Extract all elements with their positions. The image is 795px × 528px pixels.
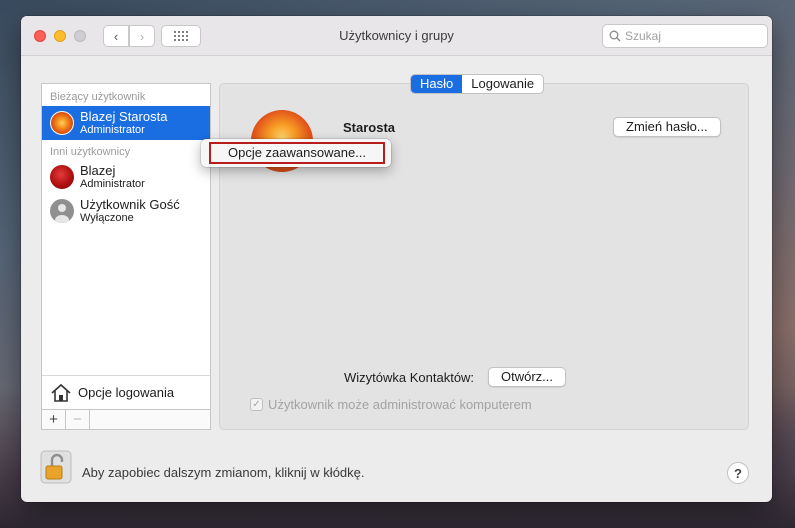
login-options-label: Opcje logowania [78,385,175,400]
user-name: Użytkownik Gość [80,196,180,212]
preferences-window: ‹ › Użytkownicy i grupy Szukaj Bieżący u… [21,16,772,502]
add-user-button[interactable]: + [42,410,66,429]
sidebar-item-guest-user[interactable]: Użytkownik Gość Wyłączone [42,194,210,228]
contact-card-label: Wizytówka Kontaktów: [344,370,475,385]
title-bar: ‹ › Użytkownicy i grupy Szukaj [21,16,772,56]
help-button[interactable]: ? [727,462,749,484]
admin-checkbox-label: Użytkownik może administrować komputerem [268,397,532,412]
user-role: Administrator [80,123,145,136]
users-sidebar: Bieżący użytkownik Blazej Starosta Admin… [41,83,211,430]
avatar [50,165,74,189]
lock-hint-text: Aby zapobiec dalszym zmianom, kliknij w … [82,465,365,480]
checkmark-icon: ✓ [252,398,261,410]
open-contact-card-button[interactable]: Otwórz... [488,367,567,387]
search-icon [609,30,621,42]
user-name: Blazej Starosta [80,108,168,124]
advanced-options-menu-item[interactable]: Opcje zaawansowane... [209,142,385,164]
search-placeholder: Szukaj [625,29,662,43]
tab-login-items[interactable]: Logowanie [462,75,543,93]
user-role: Administrator [80,177,145,190]
admin-checkbox[interactable]: ✓ [250,398,263,411]
unlocked-padlock-icon[interactable] [40,450,72,484]
sidebar-item-user-blazej[interactable]: Blazej Administrator [42,160,210,194]
user-full-name: Starosta [343,120,396,135]
avatar [50,111,74,135]
current-user-section-label: Bieżący użytkownik [50,91,146,103]
house-icon [51,383,71,402]
login-options-item[interactable]: Opcje logowania [42,375,210,409]
remove-user-button[interactable]: − [66,410,90,429]
change-password-button[interactable]: Zmień hasło... [613,117,721,137]
user-role: Wyłączone [80,211,134,224]
sidebar-toolbar: + − [42,409,210,429]
tab-bar: Hasło Logowanie [410,74,545,94]
guest-avatar-icon [50,199,74,223]
search-field[interactable]: Szukaj [602,24,768,48]
admin-checkbox-row[interactable]: ✓ Użytkownik może administrować komputer… [250,397,532,412]
user-name: Blazej [80,162,116,178]
other-users-section-label: Inni użytkownicy [50,146,131,158]
sidebar-item-current-user[interactable]: Blazej Starosta Administrator [42,106,210,140]
context-menu: Opcje zaawansowane... [201,139,391,167]
tab-password[interactable]: Hasło [411,75,463,93]
